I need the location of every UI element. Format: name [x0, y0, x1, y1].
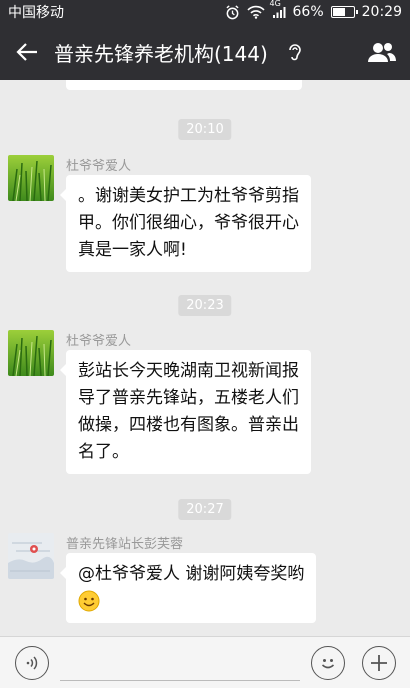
- timestamp: 20:27: [178, 499, 232, 520]
- sender-name: 杜爷爷爱人: [66, 334, 132, 349]
- clock: 20:29: [361, 4, 402, 20]
- message-bubble[interactable]: @杜爷爷爱人 谢谢阿姨夸奖哟: [59, 553, 317, 623]
- message-text: 名了。: [78, 442, 129, 462]
- chat-area[interactable]: 20:10 杜爷爷爱人 。谢谢美女护工为杜爷爷剪指 甲。你们很细心，爷爷很开心 …: [0, 80, 410, 636]
- message-bubble[interactable]: 彭站长今天晚湖南卫视新闻报 导了普亲先锋站，五楼老人们 做操，四楼也有图象。普亲…: [60, 350, 311, 474]
- chat-header: 普亲先锋养老机构(144): [0, 24, 410, 80]
- message-text: 。谢谢美女护工为杜爷爷剪指: [78, 186, 299, 206]
- smiley-icon: [321, 659, 335, 669]
- timestamp: 20:10: [178, 119, 232, 140]
- emoji-button[interactable]: [311, 646, 345, 680]
- previous-message-bubble: [66, 80, 302, 90]
- group-members-button[interactable]: [354, 24, 410, 80]
- battery-icon: [330, 6, 358, 18]
- message-text: 彭站长今天晚湖南卫视新闻报: [78, 361, 299, 381]
- message-text: 甲。你们很细心，爷爷很开心: [78, 213, 299, 233]
- sender-name: 杜爷爷爱人: [66, 159, 132, 174]
- voice-icon: [26, 656, 38, 670]
- alarm-icon: [225, 4, 240, 20]
- timestamp: 20:23: [178, 295, 232, 316]
- sender-name: 普亲先锋站长彭芙蓉: [66, 537, 184, 552]
- more-options-button[interactable]: [362, 646, 396, 680]
- signal-icon: 4G: [270, 0, 286, 19]
- avatar[interactable]: [8, 330, 54, 376]
- message-text: 真是一家人啊!: [78, 240, 187, 260]
- message-bubble[interactable]: 。谢谢美女护工为杜爷爷剪指 甲。你们很细心，爷爷很开心 真是一家人啊!: [60, 175, 311, 272]
- voice-input-button[interactable]: [15, 646, 49, 680]
- message-text: 做操，四楼也有图象。普亲出: [78, 415, 299, 435]
- avatar[interactable]: [8, 533, 54, 579]
- people-icon: [368, 43, 396, 62]
- message-input[interactable]: [60, 647, 300, 681]
- message-text: @杜爷爷爱人 谢谢阿姨夸奖哟: [78, 564, 305, 584]
- carrier-name: 中国移动: [8, 5, 64, 21]
- earpiece-mode-icon: [286, 24, 312, 80]
- battery-percent: 66%: [292, 4, 324, 20]
- back-button[interactable]: [0, 24, 54, 80]
- network-type: 4G: [269, 0, 281, 8]
- arrow-left-icon: [16, 43, 37, 61]
- page-title: 普亲先锋养老机构(144): [54, 41, 268, 66]
- plus-icon: [371, 655, 387, 671]
- status-bar: 中国移动 4G 66% 20:29: [0, 0, 410, 24]
- message-text: 导了普亲先锋站，五楼老人们: [78, 388, 299, 408]
- wifi-icon: [246, 5, 265, 19]
- battery-level: [332, 8, 346, 16]
- avatar[interactable]: [8, 155, 54, 201]
- smiley-emoji-icon: [78, 588, 304, 615]
- input-bar: [0, 636, 410, 688]
